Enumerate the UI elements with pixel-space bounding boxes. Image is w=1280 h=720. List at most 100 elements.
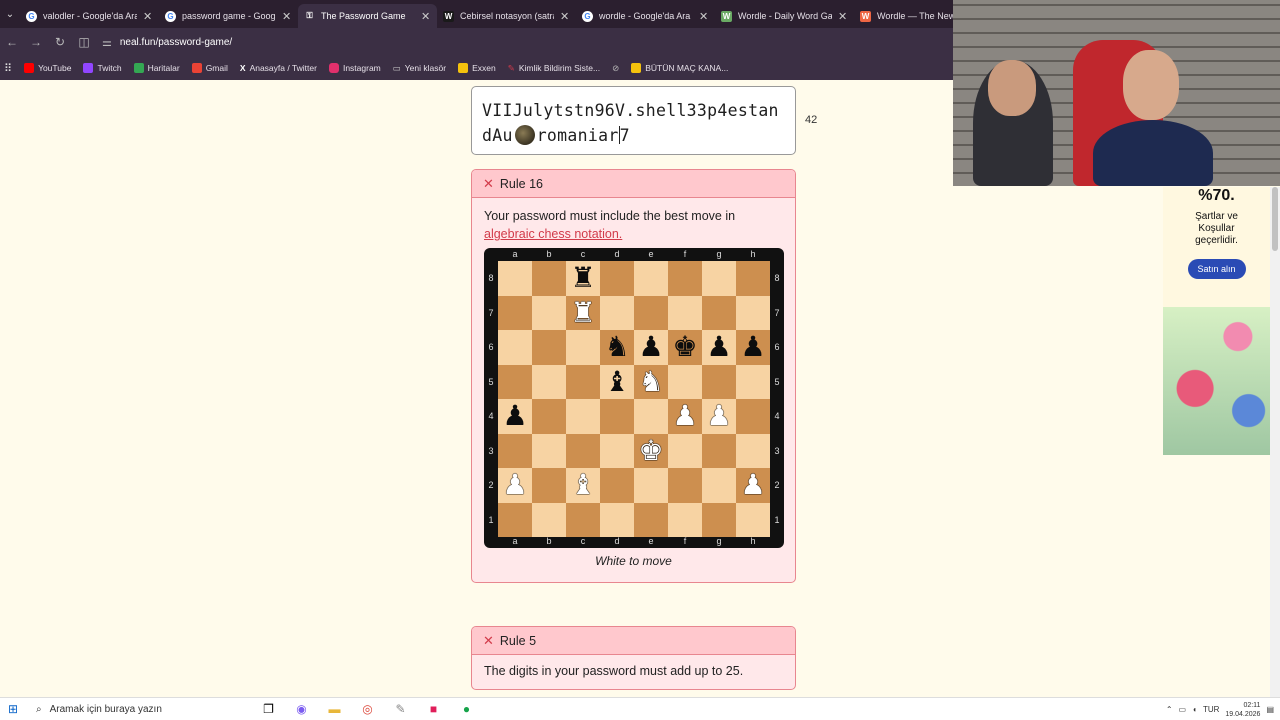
tab-4[interactable]: G wordle - Google'da Ara ✕ bbox=[576, 4, 715, 28]
recording-app-icon[interactable]: ■ bbox=[417, 702, 450, 716]
password-text: dAu bbox=[482, 126, 513, 145]
apps-grid-icon[interactable]: ⠿ bbox=[4, 62, 12, 75]
volume-icon[interactable]: ◖ bbox=[1192, 705, 1197, 714]
tab-5[interactable]: W Wordle - Daily Word Game ✕ bbox=[715, 4, 854, 28]
bookmark-label: Kimlik Bildirim Siste... bbox=[518, 63, 601, 73]
tab-label: wordle - Google'da Ara bbox=[599, 11, 691, 21]
url-field[interactable]: ⚌ neal.fun/password-game/ bbox=[102, 36, 232, 49]
scrollbar-thumb[interactable] bbox=[1272, 187, 1278, 251]
google-icon: G bbox=[582, 10, 593, 22]
rule-description: The digits in your password must add up … bbox=[484, 664, 744, 678]
rank-label: 8 bbox=[488, 273, 494, 284]
bookmark-label: Yeni klasör bbox=[404, 63, 447, 73]
chevron-up-icon[interactable]: ⌃ bbox=[1166, 705, 1173, 714]
ad-percent: %70. bbox=[1198, 187, 1235, 204]
copilot-icon[interactable]: ◉ bbox=[285, 702, 318, 716]
network-icon[interactable]: ▭ bbox=[1179, 705, 1187, 714]
bookmark-folder[interactable]: ▭ Yeni klasör bbox=[393, 63, 446, 74]
clock[interactable]: 02:11 19.04.2026 bbox=[1225, 701, 1260, 719]
square-e3: ♚ bbox=[634, 433, 668, 468]
square-a6 bbox=[498, 330, 532, 365]
close-icon[interactable]: ✕ bbox=[560, 10, 570, 23]
chrome-icon[interactable]: ◎ bbox=[351, 702, 384, 716]
password-text: VIIJulytstn96V.shell33p4estan bbox=[482, 101, 779, 120]
task-view-icon[interactable]: ❐ bbox=[252, 702, 285, 716]
square-h5 bbox=[736, 364, 770, 399]
bookmark-label: Twitch bbox=[97, 63, 122, 73]
notifications-icon[interactable]: ▤ bbox=[1266, 705, 1274, 714]
square-c8: ♜ bbox=[566, 261, 600, 296]
board-squares: ♜ ♜ ♞ ♟ ♚ ♟ ♟ ♝ ♞ ♟ ♟ ♟ ♚ ♟ ♝ ♟ bbox=[498, 261, 770, 537]
file-label: g bbox=[716, 249, 722, 259]
password-text: romania bbox=[536, 126, 609, 145]
page-scrollbar[interactable] bbox=[1270, 187, 1280, 697]
square-g8 bbox=[702, 261, 736, 296]
ad-buy-button[interactable]: Satın alın bbox=[1187, 259, 1246, 279]
rank-label: 7 bbox=[488, 307, 494, 318]
square-g3 bbox=[702, 433, 736, 468]
bookmark-twitch[interactable]: Twitch bbox=[83, 63, 122, 73]
close-icon[interactable]: ✕ bbox=[282, 10, 292, 23]
bookmark-mac[interactable]: BÜTÜN MAÇ KANA... bbox=[631, 63, 728, 73]
square-h2: ♟ bbox=[736, 468, 770, 503]
tab-label: valodler - Google'da Ara bbox=[43, 11, 137, 21]
green-app-icon[interactable]: ● bbox=[450, 702, 483, 716]
close-icon[interactable]: ✕ bbox=[699, 10, 709, 23]
close-icon[interactable]: ✕ bbox=[421, 10, 431, 23]
square-f7 bbox=[668, 295, 702, 330]
file-labels-bottom: a b c d e f g h bbox=[498, 536, 770, 546]
back-icon[interactable]: ← bbox=[6, 35, 18, 49]
windows-start-icon[interactable]: ⊞ bbox=[0, 702, 26, 716]
x-icon: X bbox=[239, 63, 246, 73]
file-explorer-icon[interactable]: ▬ bbox=[318, 702, 351, 716]
side-panel-icon[interactable]: ◫ bbox=[78, 35, 90, 49]
algebraic-notation-link[interactable]: algebraic chess notation. bbox=[484, 227, 622, 241]
square-g7 bbox=[702, 295, 736, 330]
square-g6: ♟ bbox=[702, 330, 736, 365]
reload-icon[interactable]: ↻ bbox=[54, 35, 66, 49]
square-c2: ♝ bbox=[566, 468, 600, 503]
square-f6: ♚ bbox=[668, 330, 702, 365]
square-d6: ♞ bbox=[600, 330, 634, 365]
file-label: d bbox=[614, 536, 620, 546]
language-indicator[interactable]: TUR bbox=[1203, 705, 1219, 714]
tab-0[interactable]: G valodler - Google'da Ara ✕ bbox=[20, 4, 159, 28]
tab-1[interactable]: G password game - Google ✕ bbox=[159, 4, 298, 28]
taskbar-search[interactable]: ⌕ Aramak için buraya yazın bbox=[26, 698, 252, 720]
maps-icon bbox=[133, 63, 144, 73]
streamer-right-head bbox=[1123, 50, 1179, 120]
square-e5: ♞ bbox=[634, 364, 668, 399]
moon-emoji-icon bbox=[514, 125, 535, 145]
white-rook-icon: ♜ bbox=[570, 295, 596, 329]
password-input[interactable]: VIIJulytstn96V.shell33p4estan dAu romaniar… bbox=[471, 86, 796, 155]
bookmark-instagram[interactable]: Instagram bbox=[328, 63, 381, 73]
bookmark-kimlik[interactable]: ✎ Kimlik Bildirim Siste... bbox=[508, 63, 600, 74]
close-icon[interactable]: ✕ bbox=[143, 10, 153, 23]
rank-label: 2 bbox=[774, 480, 780, 491]
black-pawn-icon: ♟ bbox=[740, 330, 766, 364]
close-icon[interactable]: ✕ bbox=[838, 10, 848, 23]
clock-time: 02:11 bbox=[1243, 701, 1261, 709]
tab-2[interactable]: ⚿ The Password Game ✕ bbox=[298, 4, 437, 28]
tab-3[interactable]: W Cebirsel notasyon (satranç ✕ bbox=[437, 4, 576, 28]
square-c7: ♜ bbox=[566, 295, 600, 330]
square-h6: ♟ bbox=[736, 330, 770, 365]
rule-description: Your password must include the best move… bbox=[472, 198, 795, 252]
gmail-icon bbox=[191, 63, 202, 73]
bookmark-twitter[interactable]: X Anasayfa / Twitter bbox=[240, 63, 317, 73]
forward-icon[interactable]: → bbox=[30, 35, 42, 49]
tab-search-icon[interactable]: ⌄ bbox=[0, 9, 20, 20]
advertisement: %70. Şartlar ve Koşullar geçerlidir. Sat… bbox=[1163, 187, 1270, 455]
bookmark-gmail[interactable]: Gmail bbox=[191, 63, 228, 73]
rank-label: 3 bbox=[488, 445, 494, 456]
bookmark-youtube[interactable]: YouTube bbox=[24, 63, 71, 73]
bookmark-globe[interactable]: ⊘ bbox=[612, 63, 619, 74]
url-text[interactable]: neal.fun/password-game/ bbox=[120, 37, 232, 48]
site-info-icon[interactable]: ⚌ bbox=[102, 36, 112, 49]
rank-label: 2 bbox=[488, 480, 494, 491]
bookmark-maps[interactable]: Haritalar bbox=[133, 63, 180, 73]
square-d7 bbox=[600, 295, 634, 330]
pen-app-icon[interactable]: ✎ bbox=[384, 702, 417, 716]
file-label: c bbox=[580, 249, 586, 259]
bookmark-exxen[interactable]: Exxen bbox=[458, 63, 496, 73]
